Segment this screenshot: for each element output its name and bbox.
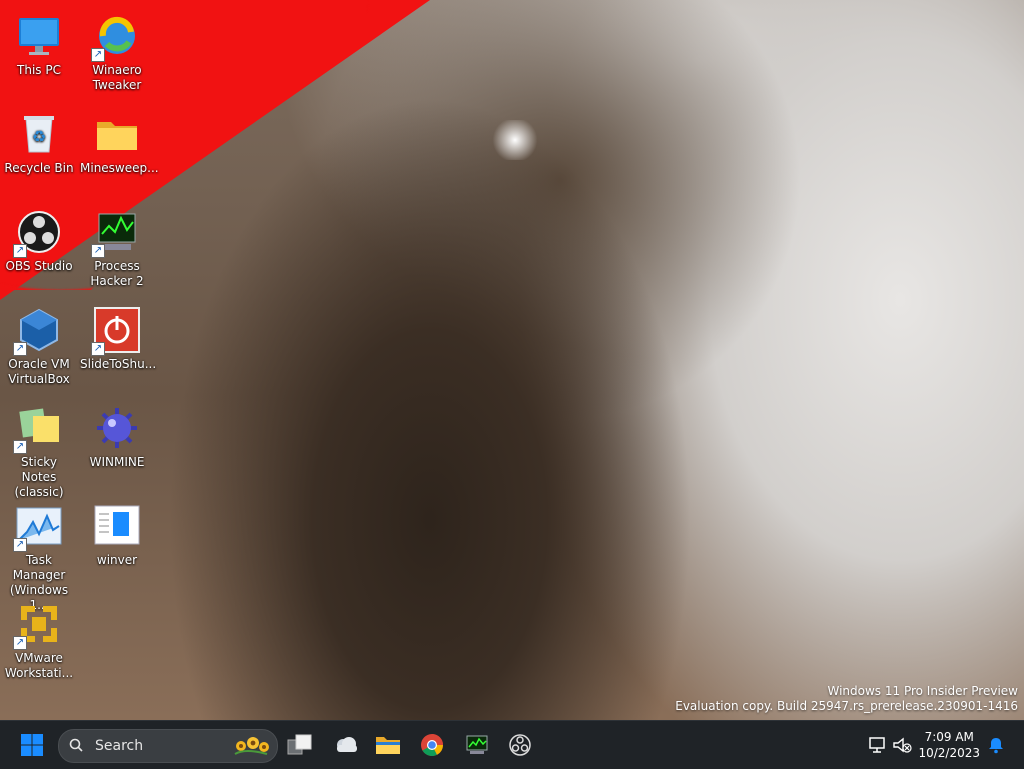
chrome-icon: [421, 734, 443, 756]
desktop-icon-process-hacker[interactable]: ↗ Process Hacker 2: [78, 202, 156, 289]
clock[interactable]: 7:09 AM 10/2/2023: [918, 729, 980, 761]
network-icon: [869, 737, 885, 753]
shortcut-arrow-icon: ↗: [13, 636, 27, 650]
task-view-icon: [287, 734, 312, 755]
mine-icon: [93, 404, 141, 452]
clock-date: 10/2/2023: [918, 746, 980, 760]
search-highlight-flower-icon[interactable]: [231, 734, 271, 761]
widgets-button[interactable]: [330, 729, 362, 761]
shortcut-arrow-icon: ↗: [13, 440, 27, 454]
icon-label: WINMINE: [89, 455, 145, 469]
icon-label: This PC: [17, 63, 61, 77]
watermark-edition: Windows 11 Pro Insider Preview: [827, 684, 1018, 698]
shortcut-arrow-icon: ↗: [13, 538, 27, 552]
recycle-bin-icon: ♻: [15, 110, 63, 158]
file-explorer-button[interactable]: [372, 729, 404, 761]
obs-studio-taskbar-button[interactable]: [504, 729, 536, 761]
monitor-icon: [15, 12, 63, 60]
icon-label: Process Hacker 2: [90, 259, 144, 288]
clock-time: 7:09 AM: [924, 730, 974, 744]
icon-label: Sticky Notes (classic): [14, 455, 64, 499]
icon-label: VMware Workstati...: [4, 651, 74, 680]
speaker-muted-icon: [893, 737, 912, 753]
desktop-icon-winmine[interactable]: WINMINE: [78, 398, 156, 470]
icon-label: winver: [96, 553, 138, 567]
virtualbox-icon: ↗: [13, 306, 63, 356]
process-hacker-icon: [466, 735, 488, 754]
obs-studio-icon: ↗: [13, 208, 63, 258]
search-placeholder: Search: [95, 738, 144, 754]
bell-icon: [989, 738, 1003, 754]
shortcut-arrow-icon: ↗: [13, 342, 27, 356]
vmware-icon: ↗: [13, 600, 63, 650]
desktop-icon-vmware-workstation[interactable]: ↗ VMware Workstati...: [0, 594, 78, 681]
desktop-icon-this-pc[interactable]: This PC: [0, 6, 78, 78]
sticky-notes-icon: ↗: [13, 404, 63, 454]
desktop-icon-virtualbox[interactable]: ↗ Oracle VM VirtualBox: [0, 300, 78, 387]
icon-label: Minesweep...: [80, 161, 159, 175]
watermark-build: Evaluation copy. Build 25947.rs_prerelea…: [675, 699, 1018, 713]
windows-logo-icon: [21, 734, 43, 756]
desktop-icon-slidetoshutdown[interactable]: ↗ SlideToShu...: [78, 300, 156, 372]
shortcut-arrow-icon: ↗: [91, 244, 105, 258]
icon-label: OBS Studio: [5, 259, 73, 273]
taskbar: Search 7:09 AM 10/2/2023: [0, 720, 1024, 769]
task-view-button[interactable]: [284, 729, 316, 761]
desktop-icon-winver[interactable]: winver: [78, 496, 156, 568]
process-hacker-icon: ↗: [91, 208, 141, 258]
folder-icon: [93, 110, 141, 158]
folder-icon: [376, 737, 400, 754]
process-hacker-taskbar-button[interactable]: [461, 729, 493, 761]
winver-icon: [93, 502, 141, 550]
weather-cloud-icon: [337, 737, 357, 752]
chrome-button[interactable]: [416, 729, 448, 761]
desktop-icon-minesweeper-folder[interactable]: Minesweep...: [78, 104, 159, 176]
search-icon: [69, 738, 83, 752]
svg-text:♻: ♻: [32, 127, 46, 146]
evaluation-watermark: Windows 11 Pro Insider Preview Evaluatio…: [675, 684, 1018, 714]
obs-studio-icon: [509, 734, 531, 756]
desktop-icon-sticky-notes[interactable]: ↗ Sticky Notes (classic): [0, 398, 78, 500]
power-icon: ↗: [91, 306, 141, 356]
task-manager-icon: ↗: [13, 502, 63, 552]
icon-label: Recycle Bin: [4, 161, 74, 175]
icon-label: SlideToShu...: [80, 357, 157, 371]
desktop-icon-recycle-bin[interactable]: ♻ Recycle Bin: [0, 104, 78, 176]
shortcut-arrow-icon: ↗: [91, 342, 105, 356]
desktop-icon-obs-studio[interactable]: ↗ OBS Studio: [0, 202, 78, 274]
icon-label: Oracle VM VirtualBox: [8, 357, 70, 386]
notifications-button[interactable]: [980, 729, 1012, 761]
volume-button[interactable]: [886, 729, 918, 761]
desktop-icon-winaero-tweaker[interactable]: ↗ Winaero Tweaker: [78, 6, 156, 93]
shortcut-arrow-icon: ↗: [13, 244, 27, 258]
shortcut-arrow-icon: ↗: [91, 48, 105, 62]
start-button[interactable]: [16, 729, 48, 761]
winaero-tweaker-icon: ↗: [91, 12, 141, 62]
taskbar-search-box[interactable]: Search: [58, 729, 278, 763]
icon-label: Winaero Tweaker: [92, 63, 142, 92]
